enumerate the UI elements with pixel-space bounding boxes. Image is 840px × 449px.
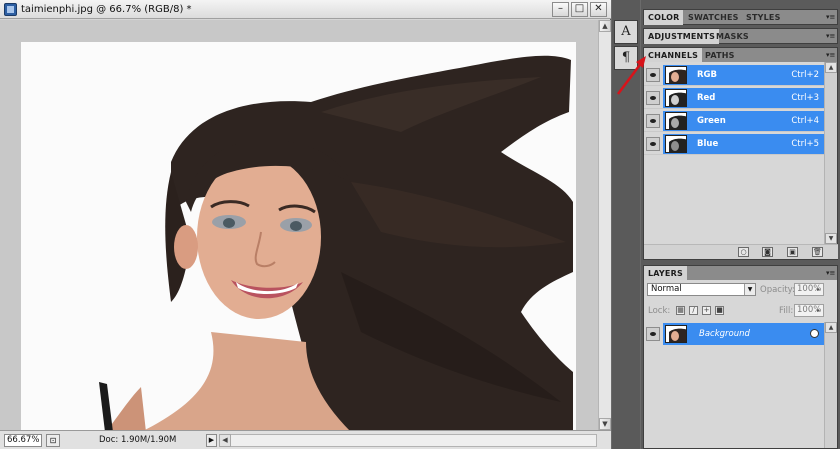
chevron-right-icon: ▸	[816, 307, 820, 314]
channels-footer: ○ ◙ ▣ 🗑	[644, 244, 838, 259]
channel-name: RGB	[697, 70, 718, 80]
document-title-bar[interactable]: taimienphi.jpg @ 66.7% (RGB/8) * – □ ✕	[0, 0, 611, 19]
lock-label: Lock:	[648, 306, 671, 316]
tab-swatches[interactable]: SWATCHES	[684, 10, 743, 25]
tab-layers[interactable]: LAYERS	[644, 266, 687, 281]
channel-name: Blue	[697, 139, 719, 149]
layer-selection[interactable]: Background	[663, 323, 825, 345]
tab-channels[interactable]: CHANNELS	[644, 48, 703, 63]
panel-menu-icon[interactable]: ▾≡	[826, 51, 835, 60]
visibility-eye-icon[interactable]	[646, 114, 660, 128]
channel-shortcut: Ctrl+3	[791, 93, 819, 103]
lock-move-icon[interactable]: +	[702, 306, 711, 315]
chevron-right-icon: ▸	[816, 286, 820, 293]
opacity-field[interactable]: 100% ▸	[794, 283, 824, 296]
trash-icon[interactable]: 🗑	[812, 247, 823, 257]
channel-shortcut: Ctrl+2	[791, 70, 819, 80]
tab-adjustments[interactable]: ADJUSTMENTS	[644, 29, 720, 44]
channel-name: Red	[697, 93, 716, 103]
panel-menu-icon[interactable]: ▾≡	[826, 269, 835, 278]
panel-menu-icon[interactable]: ▾≡	[826, 32, 835, 41]
channels-scrollbar[interactable]: ▲ ▼	[824, 62, 837, 244]
save-selection-icon[interactable]: ◙	[762, 247, 773, 257]
channel-shortcut: Ctrl+4	[791, 116, 819, 126]
opacity-label: Opacity:	[760, 285, 795, 295]
channel-thumbnail	[665, 89, 687, 107]
scroll-up-arrow-icon[interactable]: ▲	[825, 62, 837, 73]
tab-paths[interactable]: PATHS	[701, 48, 739, 63]
minimize-button[interactable]: –	[552, 2, 569, 17]
visibility-eye-icon[interactable]	[646, 327, 660, 341]
fill-field[interactable]: 100% ▸	[794, 304, 824, 317]
channel-thumbnail	[665, 112, 687, 130]
blend-mode-value: Normal	[651, 284, 682, 294]
layer-thumbnail	[665, 325, 687, 343]
blend-mode-select[interactable]: Normal ▼	[647, 283, 756, 296]
channel-selection[interactable]: Red Ctrl+3	[663, 88, 825, 108]
new-channel-icon[interactable]: ▣	[787, 247, 798, 257]
document-title: taimienphi.jpg @ 66.7% (RGB/8) *	[21, 4, 192, 15]
photoshop-window: taimienphi.jpg @ 66.7% (RGB/8) * – □ ✕ ▲…	[0, 0, 840, 449]
load-selection-icon[interactable]: ○	[738, 247, 749, 257]
zoom-level-field[interactable]: 66.67%	[4, 434, 42, 447]
paragraph-panel-icon[interactable]: ¶	[614, 46, 638, 70]
panel-icon-strip: A ¶	[612, 0, 640, 449]
layers-panel: Normal ▼ Opacity: 100% ▸ Lock: ▦ / + ■ F…	[643, 280, 838, 449]
channel-thumbnail	[665, 135, 687, 153]
channels-panel-tabs: CHANNELS PATHS ▾≡	[643, 47, 838, 63]
channel-selection[interactable]: RGB Ctrl+2	[663, 65, 825, 85]
canvas-area[interactable]	[0, 20, 598, 432]
document-window: taimienphi.jpg @ 66.7% (RGB/8) * – □ ✕ ▲…	[0, 0, 611, 449]
layer-name: Background	[699, 329, 750, 339]
color-panel-tabs: COLOR SWATCHES STYLES ▾≡	[643, 9, 838, 25]
lock-all-icon[interactable]: ■	[715, 306, 724, 315]
tab-color[interactable]: COLOR	[644, 10, 684, 25]
channel-row[interactable]: Red Ctrl+3	[644, 87, 825, 109]
visibility-eye-icon[interactable]	[646, 137, 660, 151]
adjustments-panel-tabs: ADJUSTMENTS MASKS ▾≡	[643, 28, 838, 44]
layers-panel-tabs: LAYERS ▾≡	[643, 265, 838, 281]
window-controls: – □ ✕	[552, 2, 607, 17]
visibility-eye-icon[interactable]	[646, 91, 660, 105]
lock-brush-icon[interactable]: /	[689, 306, 698, 315]
channel-row[interactable]: Blue Ctrl+5	[644, 133, 825, 155]
scroll-down-arrow-icon[interactable]: ▼	[825, 233, 837, 244]
lock-transparent-icon[interactable]: ▦	[676, 306, 685, 315]
tab-masks[interactable]: MASKS	[712, 29, 753, 44]
scroll-down-arrow-icon[interactable]: ▼	[599, 418, 611, 430]
panels-dock: COLOR SWATCHES STYLES ▾≡ ADJUSTMENTS MAS…	[641, 0, 840, 449]
layer-lock-icon	[810, 329, 819, 338]
channel-row[interactable]: RGB Ctrl+2	[644, 64, 825, 86]
scroll-up-arrow-icon[interactable]: ▲	[825, 322, 837, 333]
chevron-down-icon: ▼	[744, 284, 755, 295]
channel-selection[interactable]: Green Ctrl+4	[663, 111, 825, 131]
channel-row[interactable]: Green Ctrl+4	[644, 110, 825, 132]
image-canvas[interactable]	[21, 42, 576, 432]
scroll-left-arrow-icon[interactable]: ◀	[219, 434, 231, 447]
photoshop-document-icon	[4, 3, 17, 16]
layer-row[interactable]: Background	[644, 322, 825, 346]
layers-scrollbar[interactable]: ▲	[824, 322, 837, 448]
channel-thumbnail	[665, 66, 687, 84]
maximize-button[interactable]: □	[571, 2, 588, 17]
channel-selection[interactable]: Blue Ctrl+5	[663, 134, 825, 154]
channel-shortcut: Ctrl+5	[791, 139, 819, 149]
status-info-icon[interactable]: ⊡	[46, 434, 60, 447]
panel-menu-icon[interactable]: ▾≡	[826, 13, 835, 22]
visibility-eye-icon[interactable]	[646, 68, 660, 82]
document-size-info: Doc: 1.90M/1.90M	[99, 435, 177, 445]
close-button[interactable]: ✕	[590, 2, 607, 17]
status-menu-arrow-icon[interactable]: ▶	[206, 434, 217, 447]
fill-label: Fill:	[779, 306, 794, 316]
channel-name: Green	[697, 116, 726, 126]
document-horizontal-scrollbar[interactable]: ◀	[219, 434, 597, 447]
document-vertical-scrollbar[interactable]: ▲ ▼	[598, 20, 611, 430]
tab-styles[interactable]: STYLES	[742, 10, 785, 25]
portrait-photo	[21, 42, 576, 432]
character-panel-icon[interactable]: A	[614, 20, 638, 44]
status-bar: 66.67% ⊡ Doc: 1.90M/1.90M ▶ ◀	[0, 430, 611, 449]
channels-panel: RGB Ctrl+2 Red Ctrl+3 Green Ctrl+4 Blue …	[643, 62, 838, 260]
scroll-up-arrow-icon[interactable]: ▲	[599, 20, 611, 32]
